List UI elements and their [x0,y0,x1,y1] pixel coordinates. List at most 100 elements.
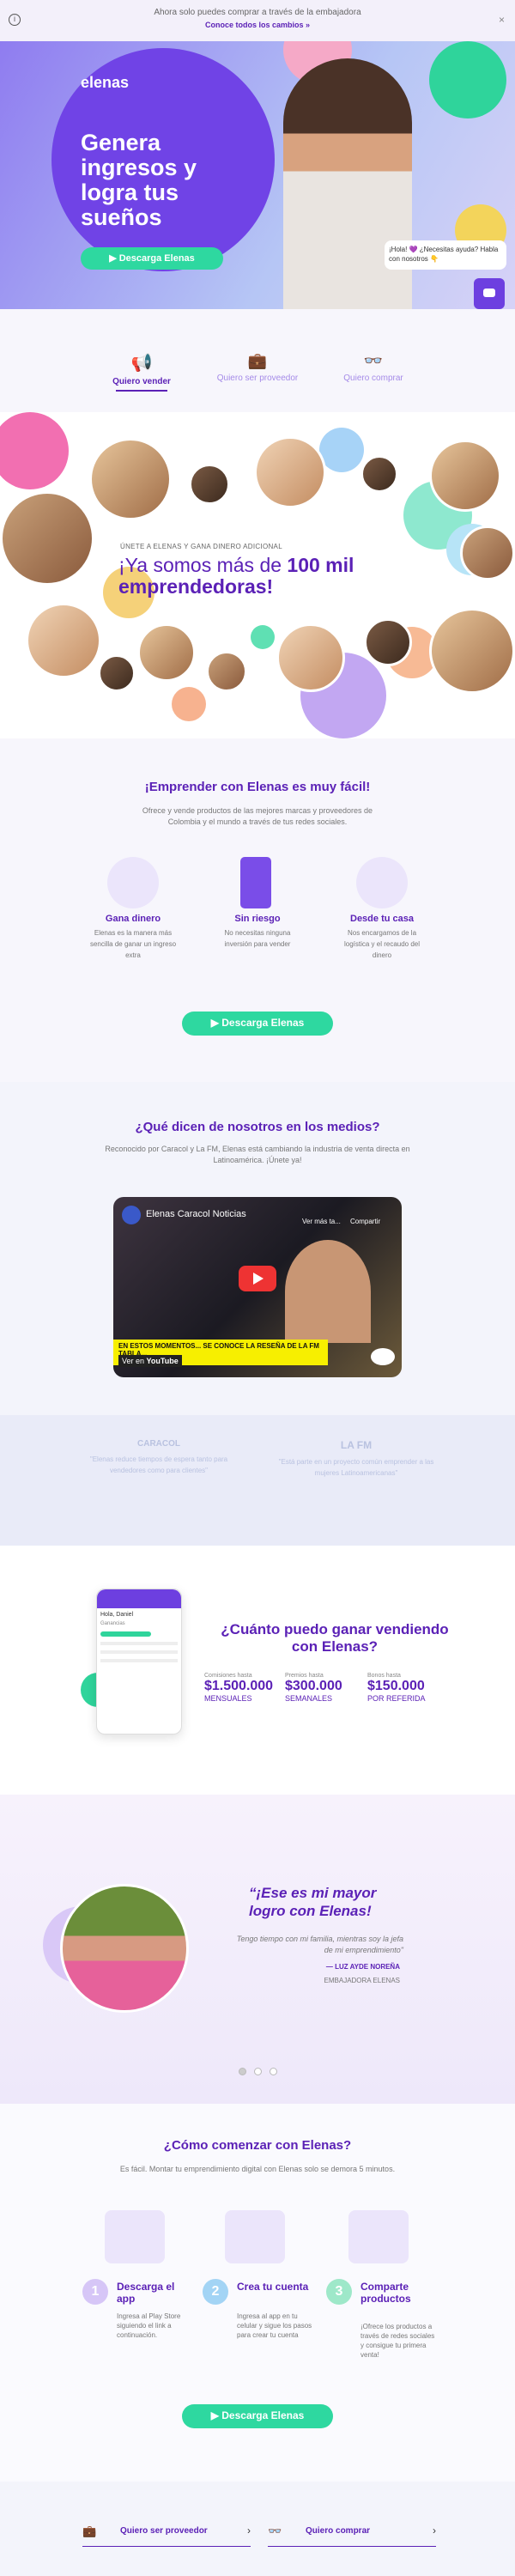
footer-link-provider[interactable]: 💼 Quiero ser proveedor › [82,2521,251,2547]
stat-commission: Comisiones hasta $1.500.000 MENSUALES [204,1673,274,1703]
phone-illustration [240,857,271,908]
member-photo [276,623,345,692]
chat-button[interactable] [474,278,505,309]
role-buy[interactable]: 👓 Quiero comprar [326,352,421,383]
easy-section: ¡Emprender con Elenas es muy fácil! Ofre… [0,738,515,1082]
app-balance: Ganancias [100,1621,125,1626]
feature-text: Elenas es la manera más sencilla de gana… [89,929,177,959]
testimonial-quote: “¡Ese es mi mayor logro con Elenas! [249,1885,377,1919]
role-label: Quiero vender [112,377,171,386]
info-icon: i [9,14,21,26]
member-photo [360,455,398,493]
testimonial-photo [60,1884,189,2013]
download-button[interactable]: ▶ Descarga Elenas [182,1012,333,1036]
start-title: ¿Cómo comenzar con Elenas? [163,2138,352,2153]
lafm-quote: "Está parte en un proyecto común emprend… [278,1458,434,1477]
step-card: 1 Descarga el app Ingresa al Play Store … [82,2210,194,2373]
step-card: 2 Crea tu cuenta Ingresa al app en tu ce… [203,2210,314,2373]
community-headline: ¡Ya somos más de 100 mil emprendedoras! [118,554,354,598]
media-title: ¿Qué dicen de nosotros en los medios? [135,1120,380,1134]
stat-prizes: Premios hasta $300.000 SEMANALES [285,1673,342,1703]
lafm-logo: LA FM "Está parte en un proyecto común e… [275,1439,438,1479]
video-frame-person [285,1240,371,1343]
close-icon[interactable]: × [499,14,505,26]
decor-circle [319,428,364,472]
chevron-right-icon: › [433,2524,436,2537]
media-subtitle: Reconocido por Caracol y La FM, Elenas e… [105,1145,410,1164]
community-collage: ÚNETE A ELENAS Y GANA DINERO ADICIONAL ¡… [0,412,515,738]
briefcase-icon: 💼 [247,352,268,369]
watch-on-youtube[interactable]: Ver en YouTube [118,1355,182,1367]
member-photo [429,440,501,512]
download-button[interactable]: ▶ Descarga Elenas [182,2404,333,2428]
chevron-right-icon: › [247,2524,251,2537]
member-photo [26,603,101,678]
glasses-icon: 👓 [268,2524,282,2537]
testimonial-section: “¡Ese es mi mayor logro con Elenas! Teng… [0,1795,515,2104]
decor-circle [0,412,69,489]
stat-bonus: Bonos hasta $150.000 POR REFERIDA [367,1673,426,1703]
role-label: Quiero ser proveedor [216,374,299,383]
logo[interactable]: elenas [81,74,129,92]
testimonial-text: Tengo tiempo con mi familia, mientras so… [236,1935,403,1954]
member-photo [189,464,230,505]
step-title: Comparte productos [360,2281,411,2305]
member-photo [429,608,515,694]
role-provider[interactable]: 💼 Quiero ser proveedor [206,352,309,383]
decor-circle [429,41,506,118]
earn-section: Hola, Daniel Ganancias ¿Cuánto puedo gan… [0,1546,515,1795]
decor-circle [251,625,275,649]
top-banner: i Ahora solo puedes comprar a través de … [0,0,515,41]
step-title: Crea tu cuenta [237,2281,309,2293]
member-photo [98,654,136,692]
watch-later[interactable]: Ver más ta... [302,1218,341,1225]
money-illustration [107,857,159,908]
footer-links: 💼 Quiero ser proveedor › 👓 Quiero compra… [0,2482,515,2576]
app-greeting: Hola, Daniel [100,1612,134,1618]
member-photo [0,491,94,586]
carousel-dot[interactable] [254,2068,262,2075]
step-text: Ingresa al app en tu celular y sigue los… [237,2312,312,2339]
feature-card: Sin riesgo No necesitas ninguna inversió… [210,857,305,950]
app-mockup: Hola, Daniel Ganancias [96,1589,182,1735]
media-section: ¿Qué dicen de nosotros en los medios? Re… [0,1082,515,1546]
start-section: ¿Cómo comenzar con Elenas? Es fácil. Mon… [0,2104,515,2482]
testimonial-name: — LUZ AYDE NOREÑA [325,1963,400,1971]
step-illustration [348,2210,409,2263]
play-button[interactable] [239,1266,276,1291]
carousel-dot[interactable] [270,2068,277,2075]
video-player[interactable]: Elenas Caracol Noticias Ver más ta... Co… [113,1197,402,1377]
member-photo [137,623,196,682]
hero: elenas Genera ingresos y logra tus sueño… [0,41,515,309]
hero-headline: Genera ingresos y logra tus sueños [81,130,197,230]
carousel-dot-active[interactable] [239,2068,246,2075]
chat-icon [483,289,495,297]
feature-title: Gana dinero [105,914,161,924]
banner-text: Ahora solo puedes comprar a través de la… [154,8,361,17]
easy-title: ¡Emprender con Elenas es muy fácil! [144,780,371,794]
hero-photo [283,58,412,309]
share-button[interactable]: Compartir [350,1218,380,1225]
role-sell[interactable]: 📢 Quiero vender [94,352,189,392]
footer-link-buy[interactable]: 👓 Quiero comprar › [268,2521,436,2547]
member-photo [254,436,326,508]
easy-subtitle: Ofrece y vende productos de las mejores … [142,806,373,826]
caracol-logo: CARACOL "Elenas reduce tiempos de espera… [77,1439,240,1476]
feature-card: Gana dinero Elenas es la manera más senc… [86,857,180,961]
role-label: Quiero comprar [343,374,403,383]
feature-title: Sin riesgo [234,914,281,924]
member-photo [460,526,515,580]
step-illustration [105,2210,165,2263]
step-number: 1 [82,2279,108,2305]
community-kicker: ÚNETE A ELENAS Y GANA DINERO ADICIONAL [120,543,282,550]
home-illustration [356,857,408,908]
megaphone-icon: 📢 [130,354,153,373]
chat-bubble[interactable]: ¡Hola! 💜 ¿Necesitas ayuda? Habla con nos… [385,240,506,270]
role-selector: 📢 Quiero vender 💼 Quiero ser proveedor 👓… [0,309,515,412]
step-card: 3 Comparte productos ¡Ofrece los product… [326,2210,438,2373]
video-title: Elenas Caracol Noticias [146,1209,246,1219]
step-text: ¡Ofrece los productos a través de redes … [360,2323,435,2359]
download-button[interactable]: ▶ Descarga Elenas [81,247,223,270]
banner-link[interactable]: Conoce todos los cambios » [52,21,464,29]
active-underline [116,390,167,392]
